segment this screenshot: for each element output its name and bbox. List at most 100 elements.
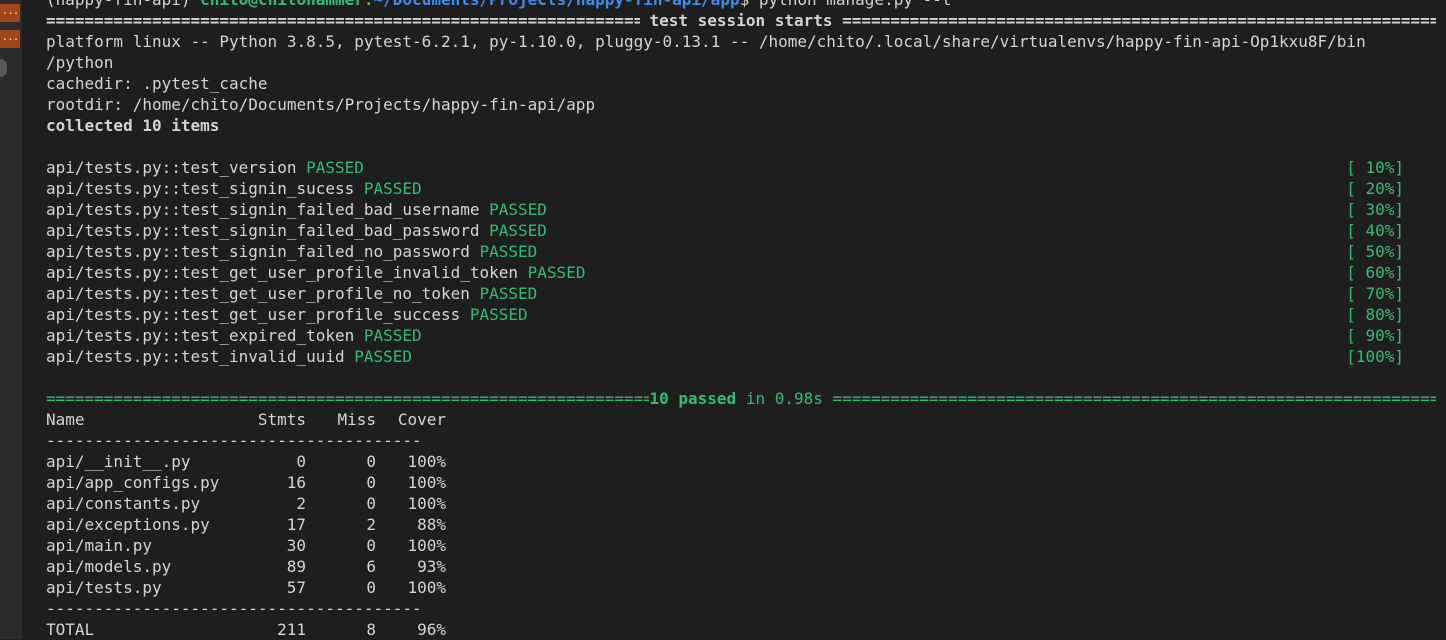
passed-count: 10 passed bbox=[649, 389, 737, 408]
test-progress: [ 10%] bbox=[1346, 158, 1404, 177]
test-status: PASSED bbox=[489, 200, 547, 219]
coverage-cell-stmts: 211 bbox=[277, 620, 306, 639]
coverage-cell-stmts: 57 bbox=[286, 578, 306, 597]
test-result-row: api/tests.py::test_get_user_profile_succ… bbox=[46, 304, 1436, 325]
coverage-row: api/main.py 30 0 100% bbox=[46, 535, 1436, 556]
coverage-cell-miss: 6 bbox=[366, 557, 376, 576]
test-progress: [ 70%] bbox=[1346, 284, 1404, 303]
command-text: $ python manage.py --t bbox=[740, 0, 952, 9]
coverage-cell-stmts: 30 bbox=[286, 536, 306, 555]
session-header-text: test session starts bbox=[639, 11, 843, 30]
coverage-cell-miss: 2 bbox=[366, 515, 376, 534]
separator-rule bbox=[833, 388, 1436, 409]
coverage-col-stmts: Stmts bbox=[257, 410, 306, 429]
coverage-row: api/tests.py 57 0 100% bbox=[46, 577, 1436, 598]
coverage-cell-name: api/tests.py bbox=[46, 578, 162, 597]
separator-rule bbox=[842, 10, 1436, 31]
test-status: PASSED bbox=[479, 284, 538, 303]
coverage-cell-miss: 0 bbox=[366, 473, 376, 492]
coverage-cell-miss: 0 bbox=[366, 452, 376, 471]
test-result-row: api/tests.py::test_expired_token PASSED [… bbox=[46, 325, 1436, 346]
test-status: PASSED bbox=[527, 263, 586, 282]
test-status: PASSED bbox=[469, 305, 528, 324]
test-status: PASSED bbox=[354, 347, 413, 366]
test-status: PASSED bbox=[479, 242, 538, 261]
platform-line-cont: /python bbox=[46, 53, 114, 72]
collected-line: collected 10 items bbox=[46, 116, 220, 135]
test-progress: [ 40%] bbox=[1346, 221, 1404, 240]
test-result-row: api/tests.py::test_get_user_profile_no_t… bbox=[46, 283, 1436, 304]
coverage-row: api/models.py 89 6 93% bbox=[46, 556, 1436, 577]
test-progress: [ 50%] bbox=[1346, 242, 1404, 261]
test-result-row: api/tests.py::test_signin_failed_no_pass… bbox=[46, 241, 1436, 262]
test-name: api/tests.py::test_signin_failed_bad_pas… bbox=[46, 221, 480, 240]
coverage-cell-miss: 0 bbox=[366, 536, 376, 555]
coverage-header: Name Stmts Miss Cover bbox=[46, 409, 1436, 430]
coverage-cell-miss: 0 bbox=[366, 494, 376, 513]
coverage-col-miss: Miss bbox=[337, 410, 376, 429]
test-name: api/tests.py::test_signin_sucess bbox=[46, 179, 355, 198]
test-name: api/tests.py::test_expired_token bbox=[46, 326, 355, 345]
gutter-tab-marker[interactable]: ... bbox=[0, 30, 20, 48]
coverage-cell-cover: 88% bbox=[417, 515, 446, 534]
user-host: chito@chitohammer: bbox=[200, 0, 373, 9]
test-result-row: api/tests.py::test_version PASSED [ 10%] bbox=[46, 157, 1436, 178]
test-result-row: api/tests.py::test_invalid_uuid PASSED [1… bbox=[46, 346, 1436, 367]
coverage-row: api/app_configs.py 16 0 100% bbox=[46, 472, 1436, 493]
test-result-row: api/tests.py::test_signin_failed_bad_pas… bbox=[46, 220, 1436, 241]
coverage-row: api/constants.py 2 0 100% bbox=[46, 493, 1436, 514]
coverage-cell-cover: 100% bbox=[407, 494, 446, 513]
coverage-cell-cover: 100% bbox=[407, 473, 446, 492]
test-progress: [ 30%] bbox=[1346, 200, 1404, 219]
test-progress: [100%] bbox=[1346, 347, 1404, 366]
test-progress: [ 90%] bbox=[1346, 326, 1404, 345]
test-name: api/tests.py::test_signin_failed_no_pass… bbox=[46, 242, 470, 261]
test-name: api/tests.py::test_get_user_profile_succ… bbox=[46, 305, 461, 324]
test-result-row: api/tests.py::test_signin_sucess PASSED [… bbox=[46, 178, 1436, 199]
cachedir-line: cachedir: .pytest_cache bbox=[46, 74, 268, 93]
duration-text: in 0.98s bbox=[736, 389, 833, 408]
coverage-cell-miss: 0 bbox=[366, 578, 376, 597]
coverage-cell-stmts: 89 bbox=[286, 557, 306, 576]
test-status: PASSED bbox=[363, 326, 422, 345]
test-name: api/tests.py::test_version bbox=[46, 158, 297, 177]
session-header: test session starts bbox=[46, 10, 1436, 31]
terminal-output[interactable]: (happy-fin-api) chito@chitohammer:~/Docu… bbox=[46, 0, 1436, 640]
coverage-cell-stmts: 17 bbox=[286, 515, 306, 534]
scroll-handle[interactable] bbox=[0, 59, 7, 77]
separator-rule bbox=[46, 10, 640, 31]
cwd-path: ~/Documents/Projects/happy-fin-api/app bbox=[374, 0, 740, 9]
test-name: api/tests.py::test_get_user_profile_inva… bbox=[46, 263, 519, 282]
test-name: api/tests.py::test_get_user_profile_no_t… bbox=[46, 284, 470, 303]
coverage-cell-cover: 100% bbox=[407, 452, 446, 471]
coverage-cell-cover: 93% bbox=[417, 557, 446, 576]
coverage-col-name: Name bbox=[46, 410, 85, 429]
prompt-line: (happy-fin-api) chito@chitohammer:~/Docu… bbox=[46, 0, 1436, 10]
coverage-cell-name: api/exceptions.py bbox=[46, 515, 210, 534]
coverage-cell-name: api/main.py bbox=[46, 536, 152, 555]
coverage-cell-cover: 100% bbox=[407, 578, 446, 597]
coverage-total-row: TOTAL 211 8 96% bbox=[46, 619, 1436, 640]
test-results-list: api/tests.py::test_version PASSED [ 10%] a… bbox=[46, 157, 1436, 367]
coverage-cell-miss: 8 bbox=[366, 620, 376, 639]
coverage-cell-stmts: 0 bbox=[296, 452, 306, 471]
test-status: PASSED bbox=[363, 179, 422, 198]
test-status: PASSED bbox=[306, 158, 364, 177]
coverage-cell-stmts: 16 bbox=[286, 473, 306, 492]
coverage-row: api/exceptions.py 17 2 88% bbox=[46, 514, 1436, 535]
coverage-cell-name: api/constants.py bbox=[46, 494, 201, 513]
virtualenv-name: (happy-fin-api) bbox=[46, 0, 191, 9]
test-progress: [ 80%] bbox=[1346, 305, 1404, 324]
separator-rule bbox=[46, 388, 649, 409]
rootdir-line: rootdir: /home/chito/Documents/Projects/… bbox=[46, 95, 596, 114]
test-name: api/tests.py::test_signin_failed_bad_use… bbox=[46, 200, 480, 219]
gutter-tab-marker[interactable]: ... bbox=[0, 4, 20, 22]
coverage-cell-name: TOTAL bbox=[46, 620, 95, 639]
summary-line: 10 passed in 0.98s bbox=[46, 388, 1436, 409]
terminal-gutter: ... ... bbox=[0, 0, 23, 639]
coverage-divider: --------------------------------------- bbox=[46, 431, 422, 450]
coverage-cell-name: api/models.py bbox=[46, 557, 172, 576]
test-progress: [ 60%] bbox=[1346, 263, 1404, 282]
